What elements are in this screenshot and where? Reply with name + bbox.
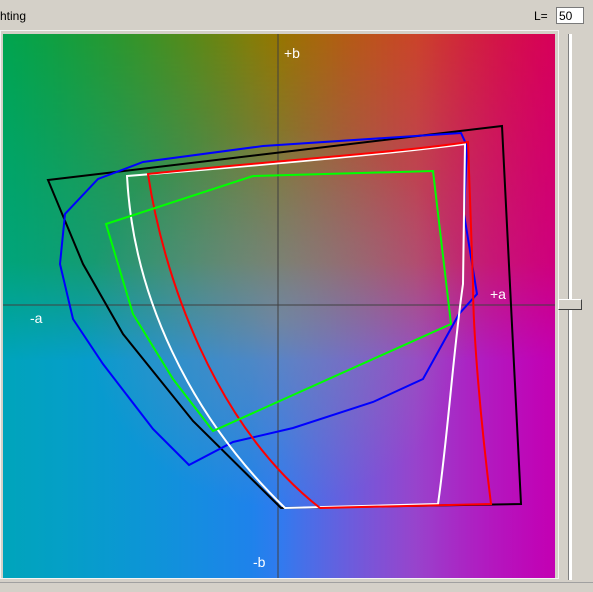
lab-gamut-svg	[3, 34, 555, 578]
axis-label-minus-b: -b	[253, 554, 266, 570]
axis-label-plus-a: +a	[490, 286, 506, 302]
window-title-fragment: hting	[0, 9, 27, 23]
axis-label-plus-b: +b	[284, 45, 300, 61]
axis-label-minus-a: -a	[30, 310, 43, 326]
lightness-slider-thumb[interactable]	[558, 299, 582, 310]
toolbar: hting L=	[0, 0, 593, 32]
lightness-input[interactable]	[556, 7, 584, 24]
lab-plot[interactable]: +b -b +a -a	[3, 34, 555, 578]
lightness-label: L=	[534, 9, 548, 23]
